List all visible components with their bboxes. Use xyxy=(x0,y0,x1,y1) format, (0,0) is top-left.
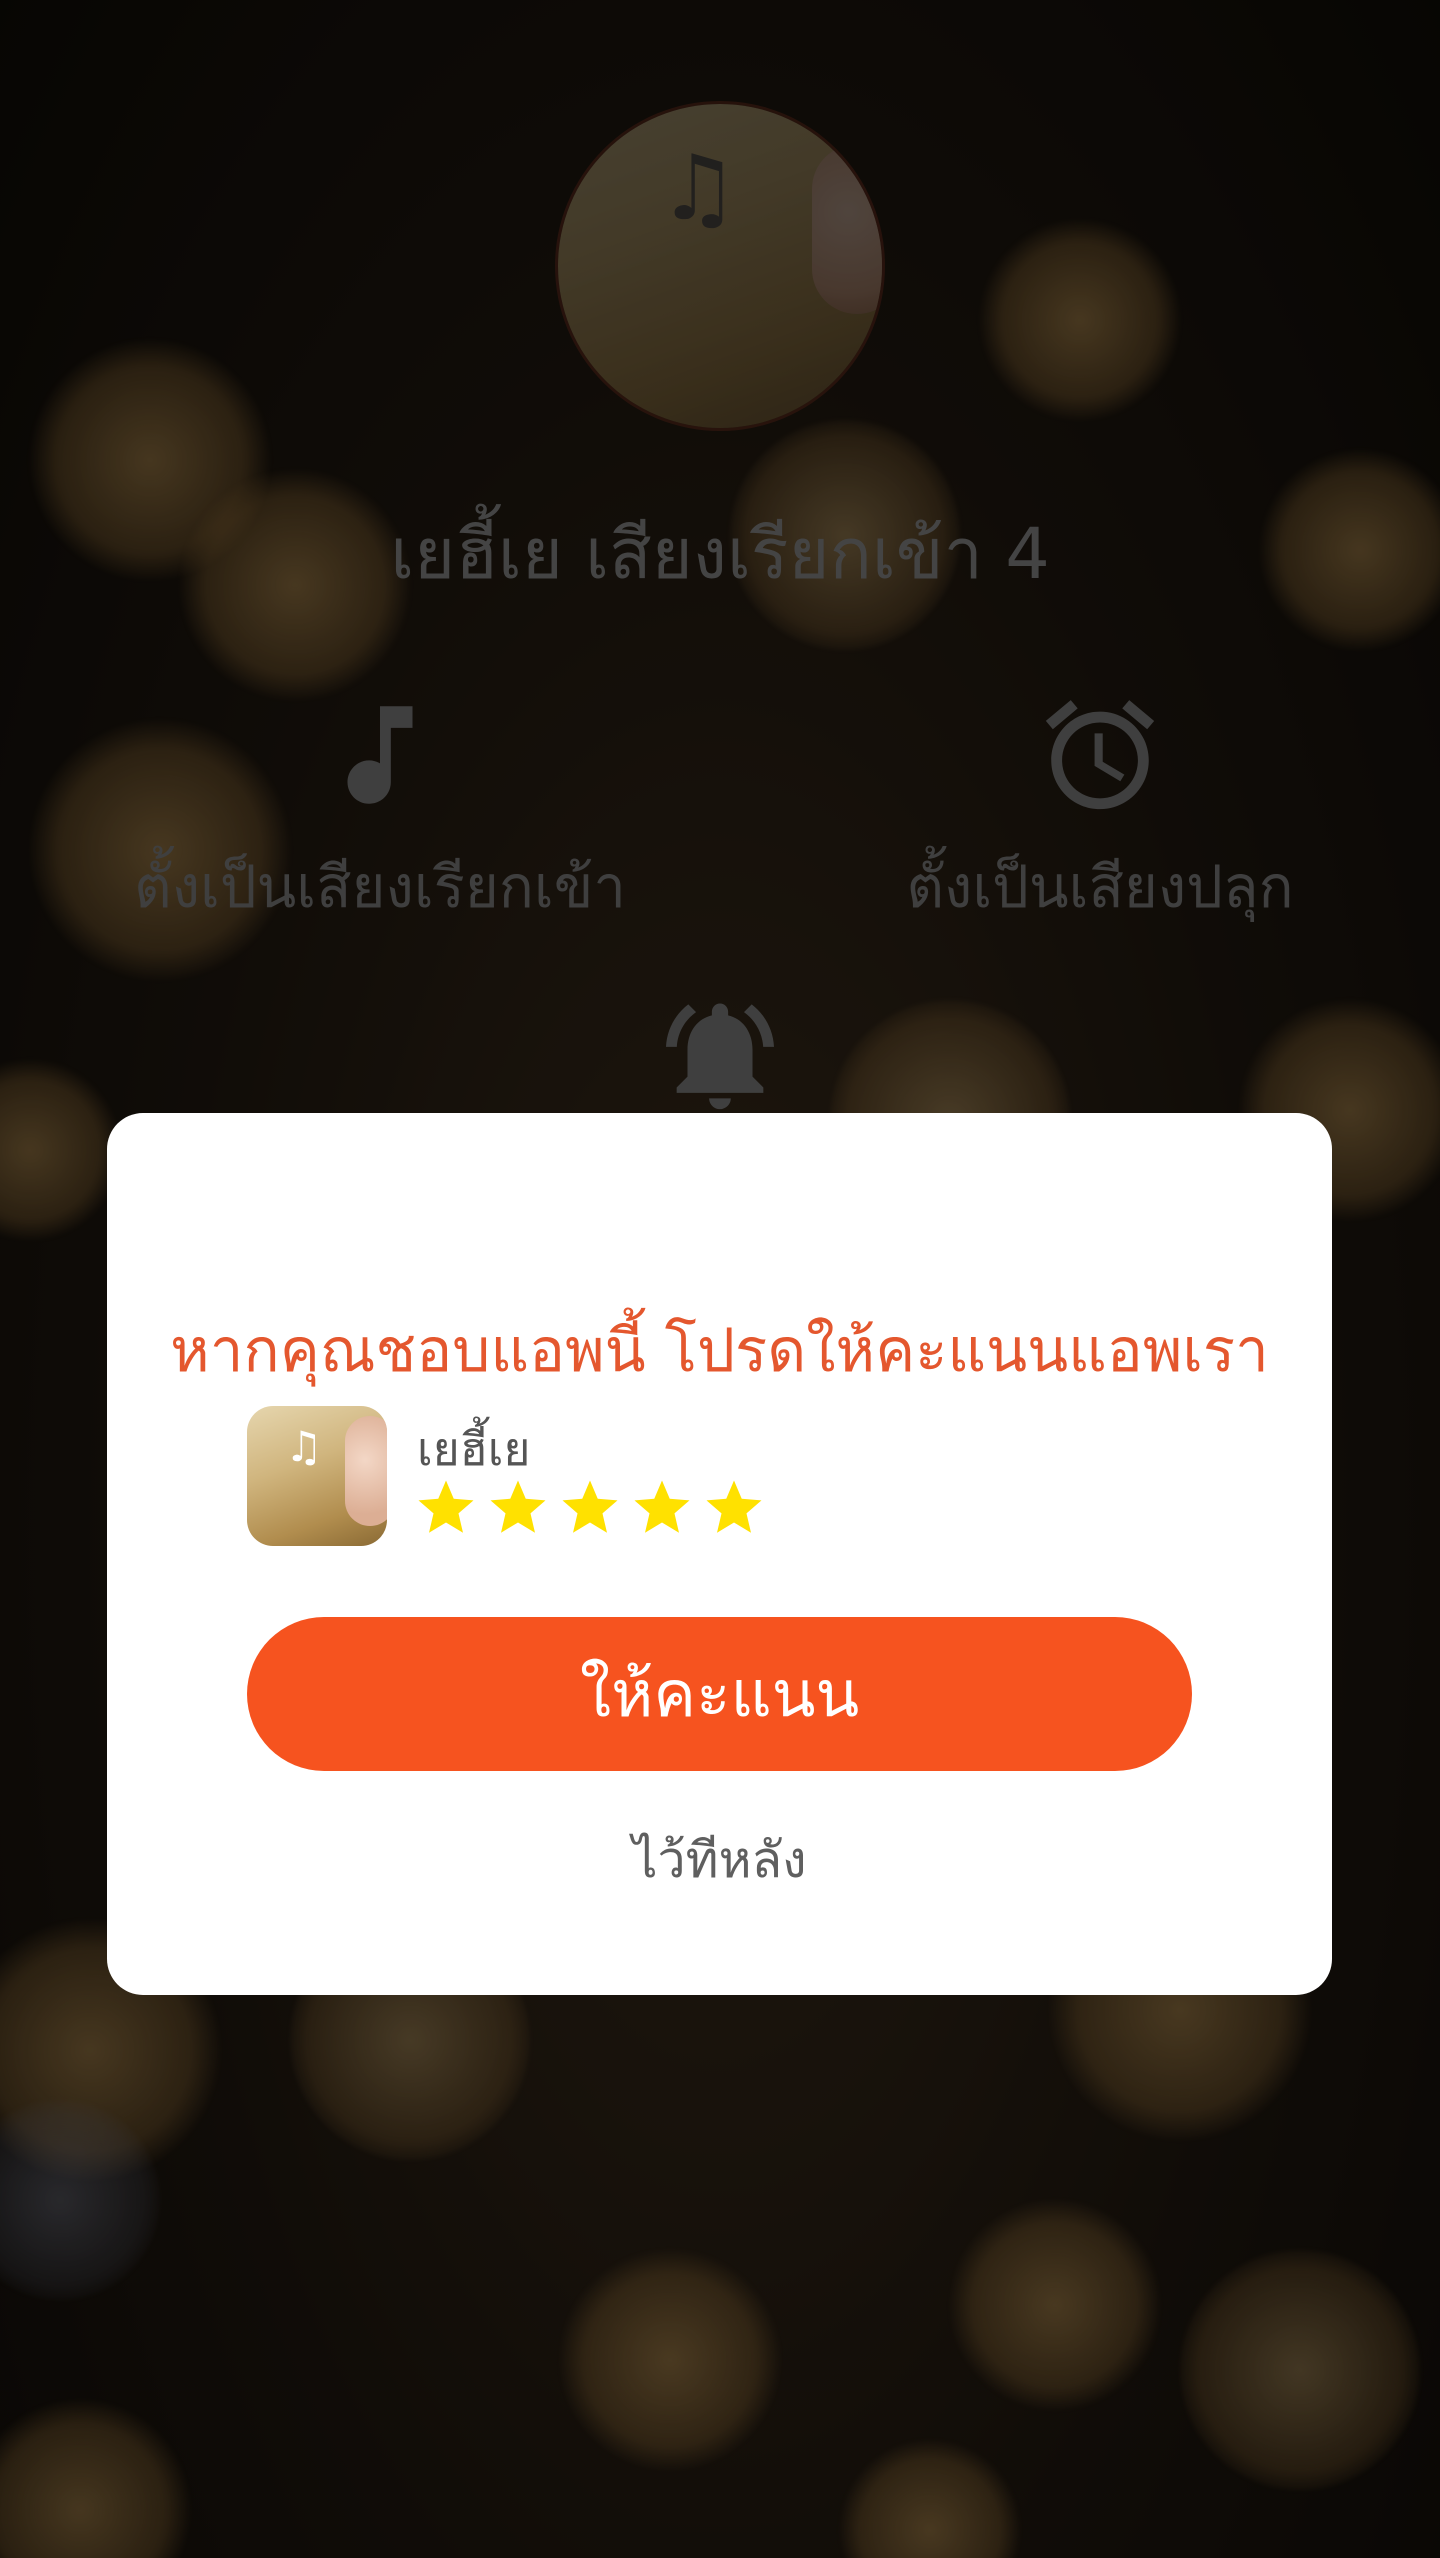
music-note-icon: ♫ xyxy=(285,1422,323,1471)
rate-app-dialog: หากคุณชอบแอพนี้ โปรดให้คะแนนแอพเรา ♫ เยฮ… xyxy=(107,1113,1332,1995)
star-icon[interactable] xyxy=(629,1475,695,1541)
star-icon[interactable] xyxy=(413,1475,479,1541)
star-icon[interactable] xyxy=(485,1475,551,1541)
dialog-heading: หากคุณชอบแอพนี้ โปรดให้คะแนนแอพเรา xyxy=(170,1316,1269,1386)
singer-photo xyxy=(345,1416,387,1526)
app-icon: ♫ xyxy=(247,1406,387,1546)
star-rating[interactable] xyxy=(413,1475,767,1541)
later-button[interactable]: ไว้ทีหลัง xyxy=(107,1821,1332,1900)
rate-button[interactable]: ให้คะแนน xyxy=(247,1617,1192,1771)
star-icon[interactable] xyxy=(701,1475,767,1541)
star-icon[interactable] xyxy=(557,1475,623,1541)
screen: ♫ เยฮี้เย เสียงเรียกเข้า 4 ตั้งเป็นเสียง… xyxy=(0,0,1440,2558)
